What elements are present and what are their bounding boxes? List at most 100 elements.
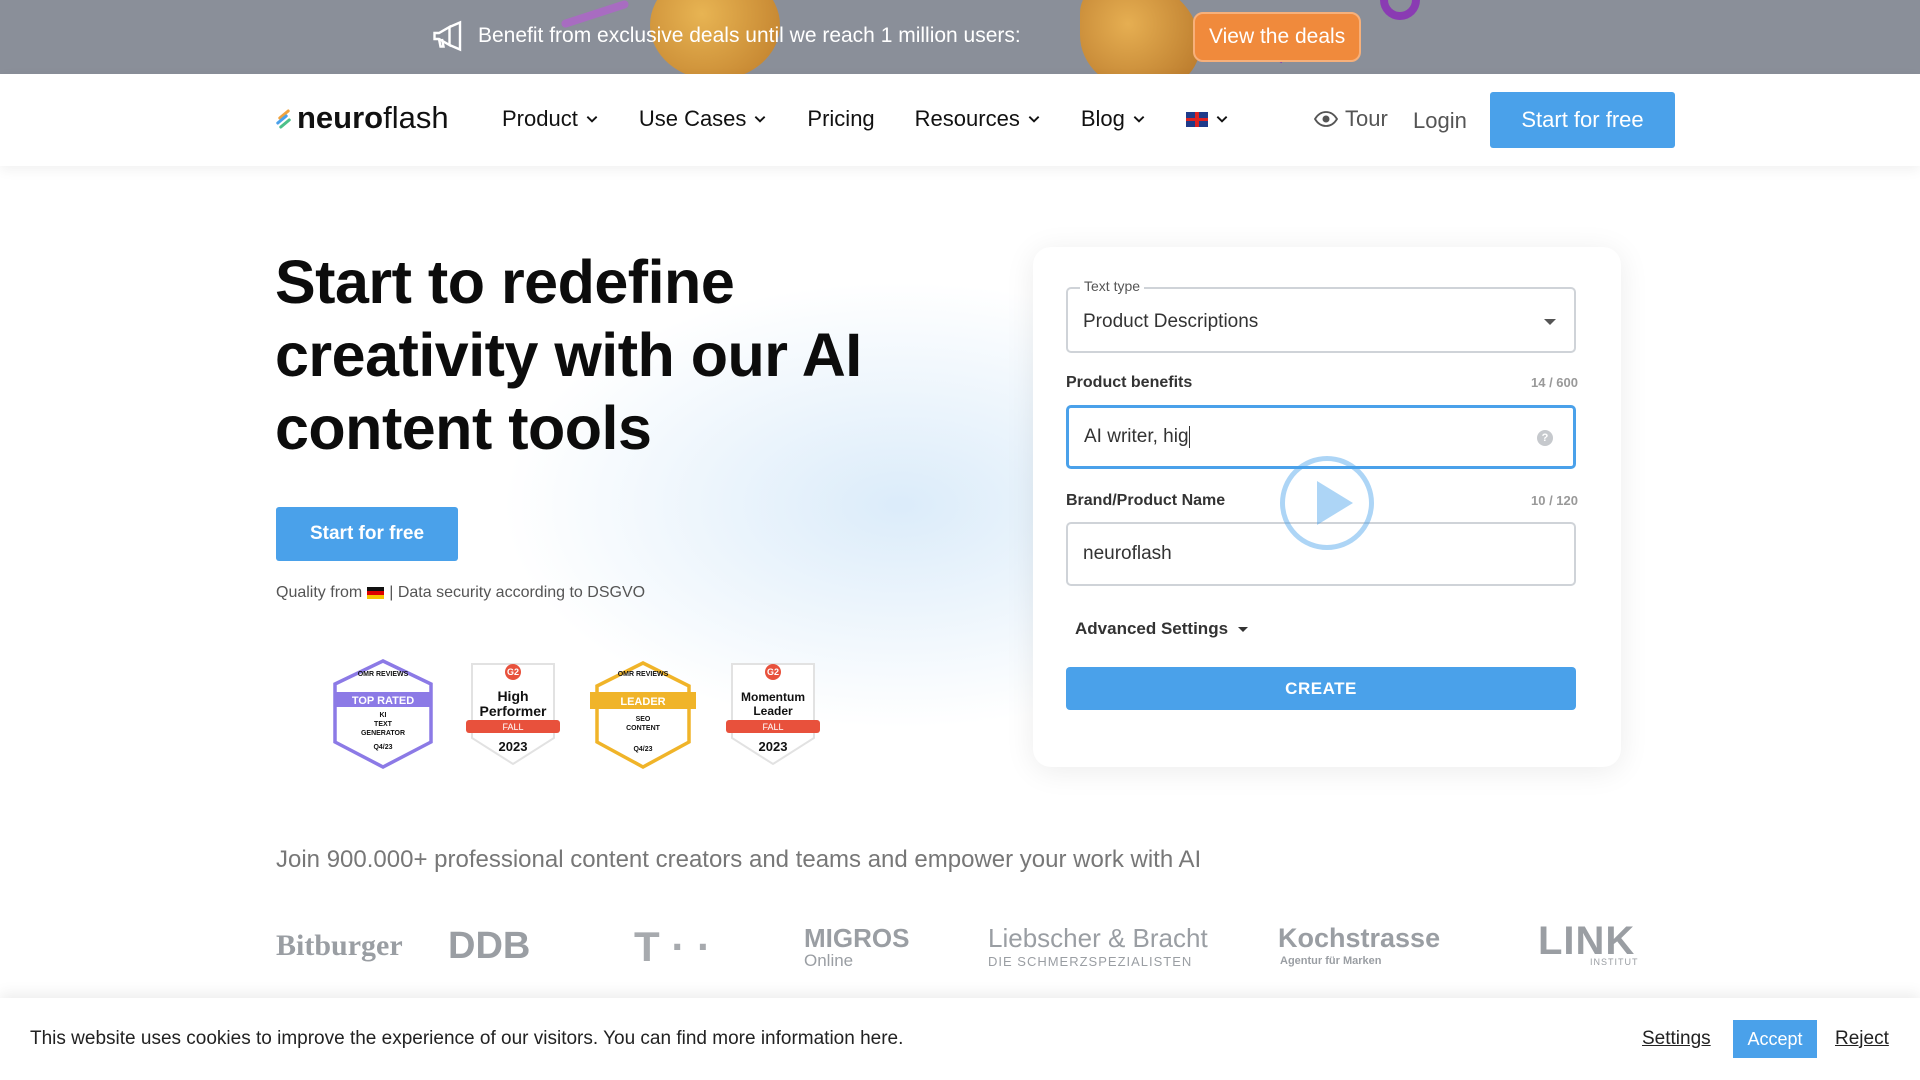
nav-label: Product	[502, 106, 578, 131]
uk-flag-icon	[1185, 111, 1208, 127]
eye-icon	[1314, 111, 1338, 127]
confetti-decoration	[1380, 0, 1420, 20]
liebscher-bracht-logo: Liebscher & Bracht	[988, 923, 1208, 953]
badge-top: OMR REVIEWS	[357, 671, 409, 678]
hero-title: Start to redefine creativity with our AI…	[275, 248, 862, 462]
g2-logo: G2	[766, 667, 779, 677]
badge-ribbon: FALL	[502, 722, 524, 732]
badge-line: GENERATOR	[360, 730, 406, 737]
advanced-settings-label: Advanced Settings	[1075, 619, 1229, 638]
join-text: Join 900.000+ professional content creat…	[276, 846, 1202, 873]
g2-momentum-leader-badge: G2 Momentum Leader FALL 2023	[726, 658, 820, 770]
help-icon[interactable]: ?	[1537, 430, 1553, 446]
chevron-down-icon	[1216, 116, 1228, 123]
cookie-settings-link[interactable]: Settings	[1642, 1028, 1711, 1050]
badge-title: Performer	[479, 703, 547, 719]
badge-line: KI	[379, 712, 387, 719]
bitburger-logo: Bitburger	[276, 929, 403, 962]
benefits-value: AI writer, hig	[1084, 426, 1189, 447]
quality-prefix: Quality from	[276, 584, 363, 601]
quality-suffix: | Data security according to DSGVO	[389, 584, 646, 601]
germany-flag-icon	[367, 587, 385, 599]
benefits-counter: 14 / 600	[1531, 375, 1578, 390]
promo-message: Benefit from exclusive deals until we re…	[430, 18, 1021, 54]
language-selector[interactable]	[1185, 106, 1229, 132]
g2-logo: G2	[506, 667, 519, 677]
badge-line: TEXT	[374, 721, 392, 728]
megaphone-icon	[433, 20, 462, 52]
nav-label: Blog	[1080, 106, 1125, 131]
dropdown-caret-icon	[1544, 319, 1556, 325]
cookie-text: This website uses cookies to improve the…	[30, 1028, 904, 1049]
start-free-button[interactable]: Start for free	[1490, 92, 1675, 148]
promo-text: Benefit from exclusive deals until we re…	[478, 24, 1021, 47]
text-type-select[interactable]: Text type Product Descriptions	[1066, 278, 1576, 353]
nav-product[interactable]: Product	[502, 106, 599, 132]
caret-down-icon	[1238, 626, 1249, 632]
kochstrasse-sublabel: Agentur für Marken	[1280, 955, 1382, 967]
badge-year: 2023	[758, 739, 788, 754]
site-header: neuro flash Product Use Cases Pricing Res…	[0, 74, 1920, 166]
chevron-down-icon	[586, 116, 598, 123]
promo-banner: Benefit from exclusive deals until we re…	[0, 0, 1920, 74]
badge-year: 2023	[498, 739, 528, 754]
nav-use-cases[interactable]: Use Cases	[639, 106, 768, 132]
text-type-value: Product Descriptions	[1083, 311, 1259, 332]
benefits-label: Product benefits	[1066, 374, 1193, 391]
advanced-settings-toggle[interactable]: Advanced Settings	[1075, 619, 1249, 639]
badge-top: OMR REVIEWS	[617, 671, 669, 678]
logo-text-light: flash	[383, 100, 449, 135]
badge-title: Momentum	[741, 690, 805, 704]
neuroflash-logo[interactable]: neuro flash	[275, 100, 449, 136]
badge-ribbon: FALL	[762, 722, 784, 732]
tour-label: Tour	[1345, 106, 1388, 131]
nav-label: Pricing	[807, 106, 875, 131]
cookie-accept-button[interactable]: Accept	[1733, 1020, 1817, 1058]
main-nav: Product Use Cases Pricing Resources Blog	[502, 106, 1269, 132]
brand-value: neuroflash	[1083, 543, 1172, 564]
chevron-down-icon	[1028, 116, 1040, 123]
nav-pricing[interactable]: Pricing	[807, 106, 874, 132]
badge-period: Q4/23	[633, 746, 653, 753]
badge-ribbon: TOP RATED	[351, 695, 415, 707]
ddb-logo: DDB	[448, 925, 531, 967]
logo-text-bold: neuro	[297, 100, 384, 135]
badge-ribbon: LEADER	[620, 696, 666, 708]
omr-top-rated-badge: OMR REVIEWS TOP RATED KI TEXT GENERATOR …	[330, 658, 436, 770]
text-type-label: Text type	[1080, 278, 1145, 294]
text-cursor	[1188, 426, 1190, 448]
kochstrasse-logo: Kochstrasse	[1278, 923, 1441, 953]
telekom-logo: T · ·	[634, 923, 711, 970]
hero-start-free-button[interactable]: Start for free	[276, 507, 458, 561]
migros-logo: MIGROS	[804, 923, 910, 953]
nav-label: Use Cases	[638, 106, 747, 131]
badge-period: Q4/23	[373, 744, 393, 751]
award-badges: OMR REVIEWS TOP RATED KI TEXT GENERATOR …	[330, 658, 820, 770]
liebscher-bracht-sublabel: DIE SCHMERZSPEZIALISTEN	[988, 954, 1193, 969]
migros-sublabel: Online	[804, 951, 854, 970]
login-link[interactable]: Login	[1413, 108, 1467, 134]
badge-line: SEO	[635, 716, 651, 723]
nav-resources[interactable]: Resources	[915, 106, 1041, 132]
chevron-down-icon	[1133, 116, 1145, 123]
omr-leader-badge: OMR REVIEWS LEADER SEO CONTENT Q4/23	[590, 658, 696, 770]
link-institut-sublabel: INSTITUT	[1590, 957, 1639, 967]
quality-note: Quality from | Data security according t…	[276, 584, 645, 602]
view-deals-button[interactable]: View the deals	[1193, 12, 1362, 62]
create-button[interactable]: CREATE	[1066, 667, 1576, 710]
logo-mark-icon	[275, 108, 293, 130]
nav-label: Resources	[914, 106, 1020, 131]
cookie-reject-link[interactable]: Reject	[1835, 1028, 1889, 1050]
brand-label: Brand/Product Name	[1066, 492, 1226, 509]
nav-blog[interactable]: Blog	[1081, 106, 1146, 132]
g2-high-performer-badge: G2 High Performer FALL 2023	[466, 658, 560, 770]
badge-line: CONTENT	[626, 725, 660, 732]
tour-link[interactable]: Tour	[1314, 106, 1388, 132]
client-logos: Bitburger DDB T · · MIGROS Online Liebsc…	[276, 919, 1646, 975]
cookie-banner: This website uses cookies to improve the…	[0, 998, 1920, 1080]
chevron-down-icon	[755, 116, 766, 123]
badge-title: Leader	[753, 704, 793, 718]
badge-title: High	[497, 688, 529, 704]
play-video-icon[interactable]	[1280, 456, 1374, 550]
party-decoration	[1080, 0, 1200, 74]
